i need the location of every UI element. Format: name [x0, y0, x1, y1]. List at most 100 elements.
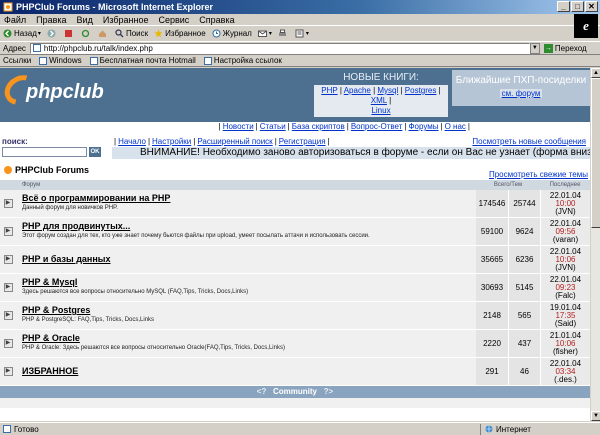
- table-row-partial: [0, 398, 590, 408]
- topic-count: 565: [508, 302, 540, 329]
- forum-title-link[interactable]: PHP & Postgres: [22, 305, 476, 315]
- print-button[interactable]: [278, 29, 289, 38]
- menu-file[interactable]: Файл: [4, 15, 26, 25]
- subnav-settings[interactable]: Настройки: [152, 137, 191, 146]
- logo-swoosh-icon: [0, 69, 43, 111]
- refresh-icon: [81, 29, 90, 38]
- expand-arrow-icon[interactable]: ▶: [3, 227, 13, 236]
- expand-arrow-icon[interactable]: ▶: [3, 367, 13, 376]
- table-header: Форум Всего/Тем Последнее: [0, 180, 590, 190]
- expand-arrow-icon[interactable]: ▶: [3, 339, 13, 348]
- scroll-down-button[interactable]: ▼: [591, 411, 600, 421]
- page-icon: [32, 44, 41, 52]
- maximize-button[interactable]: □: [571, 1, 584, 12]
- back-arrow-icon: [3, 29, 12, 38]
- menu-favorites[interactable]: Избранное: [103, 15, 149, 25]
- last-post: 22.01.04 09:23 (Falc): [540, 274, 590, 301]
- forum-title-link[interactable]: PHP и базы данных: [22, 254, 476, 264]
- forum-title-link[interactable]: Всё о программировании на PHP: [22, 193, 476, 203]
- go-button[interactable]: → Переход: [543, 43, 587, 53]
- link-customize[interactable]: Настройка ссылок: [203, 56, 282, 65]
- forum-title-link[interactable]: ИЗБРАННОЕ: [22, 366, 476, 376]
- subnav-advanced-search[interactable]: Расширенный поиск: [197, 137, 272, 146]
- history-button[interactable]: Журнал: [212, 29, 252, 38]
- book-link-apache[interactable]: Apache: [344, 86, 371, 95]
- meetup-title: Ближайшие ПХП-посиделки: [455, 75, 587, 86]
- favorites-button[interactable]: Избранное: [154, 29, 206, 38]
- star-icon: [154, 29, 163, 38]
- book-link-linux[interactable]: Linux: [371, 106, 390, 115]
- edit-button[interactable]: ▾: [295, 29, 309, 38]
- community-prev-link[interactable]: <?: [257, 387, 267, 396]
- menu-edit[interactable]: Правка: [36, 15, 66, 25]
- book-link-php[interactable]: PHP: [321, 86, 337, 95]
- mail-icon: [257, 29, 267, 38]
- top-navigation: | Новости | Статьи | База скриптов | Вопрос-Отв…: [218, 122, 470, 131]
- nav-qa[interactable]: Вопрос-Ответ: [351, 122, 403, 131]
- forward-button[interactable]: [47, 29, 58, 38]
- search-input[interactable]: [2, 147, 87, 157]
- minimize-button[interactable]: _: [557, 1, 570, 12]
- stop-icon: [64, 29, 73, 38]
- last-post: 22.01.04 09:56 (varan): [540, 218, 590, 245]
- forum-description: Данный форум для новичков PHP.: [22, 205, 118, 211]
- menu-view[interactable]: Вид: [77, 15, 93, 25]
- search-ok-button[interactable]: OK: [89, 147, 101, 157]
- stop-button[interactable]: [64, 29, 75, 38]
- search-label: поиск:: [2, 137, 28, 146]
- fresh-topics-link[interactable]: Просмотреть свежие темы: [489, 170, 588, 179]
- book-link-xml[interactable]: XML: [371, 96, 387, 105]
- ie-page-icon: [3, 2, 13, 12]
- nav-about[interactable]: О нас: [445, 122, 466, 131]
- link-hotmail[interactable]: Бесплатная почта Hotmail: [89, 56, 196, 65]
- phpclub-logo[interactable]: phpclub: [0, 69, 114, 112]
- search-button[interactable]: Поиск: [115, 29, 148, 38]
- post-count: 2220: [476, 330, 508, 357]
- window-controls: _ □ ✕: [557, 1, 598, 12]
- new-books-box: НОВЫЕ КНИГИ: PHP | Apache | Mysql | Post…: [314, 72, 448, 118]
- nav-forums[interactable]: Форумы: [408, 122, 438, 131]
- refresh-button[interactable]: [81, 29, 92, 38]
- last-post: 21.01.04 10:06 (fisher): [540, 330, 590, 357]
- forum-title-link[interactable]: PHP & Mysql: [22, 277, 476, 287]
- scroll-thumb[interactable]: [591, 78, 600, 228]
- links-bar: Ссылки Windows Бесплатная почта Hotmail …: [0, 55, 600, 67]
- link-windows[interactable]: Windows: [39, 56, 82, 65]
- book-link-mysql[interactable]: Mysql: [377, 86, 398, 95]
- forum-title-link[interactable]: PHP для продвинутых...: [22, 221, 476, 231]
- internet-zone-icon: [485, 425, 493, 433]
- forum-title-link[interactable]: PHP & Oracle: [22, 333, 476, 343]
- sub-navigation: | Начало | Настройки | Расширенный поиск | Реги…: [114, 137, 330, 146]
- menu-help[interactable]: Справка: [199, 15, 234, 25]
- menu-tools[interactable]: Сервис: [158, 15, 189, 25]
- meetup-link[interactable]: см. форум: [499, 89, 543, 98]
- expand-arrow-icon[interactable]: ▶: [3, 199, 13, 208]
- topic-count: 9624: [508, 218, 540, 245]
- search-icon: [115, 29, 124, 38]
- address-dropdown-button[interactable]: ▼: [529, 42, 540, 54]
- community-title[interactable]: Community: [273, 387, 317, 396]
- nav-scripts[interactable]: База скриптов: [292, 122, 345, 131]
- table-row: ▶ Всё о программировании на PHP Данный фо…: [0, 190, 590, 218]
- book-link-postgres[interactable]: Postgres: [405, 86, 437, 95]
- forward-arrow-icon: [47, 29, 56, 38]
- new-messages-link[interactable]: Посмотреть новые сообщения: [472, 137, 586, 146]
- scroll-up-button[interactable]: ▲: [591, 68, 600, 78]
- community-next-link[interactable]: ?>: [324, 387, 334, 396]
- subnav-register[interactable]: Регистрация: [279, 137, 326, 146]
- back-button[interactable]: Назад ▾: [3, 29, 41, 38]
- window-title: PHPClub Forums - Microsoft Internet Expl…: [16, 2, 214, 12]
- windows-logo-icon: e: [574, 14, 598, 38]
- nav-articles[interactable]: Статьи: [260, 122, 286, 131]
- expand-arrow-icon[interactable]: ▶: [3, 311, 13, 320]
- subnav-home[interactable]: Начало: [118, 137, 146, 146]
- mail-button[interactable]: ▾: [257, 29, 272, 38]
- nav-news[interactable]: Новости: [223, 122, 254, 131]
- expand-arrow-icon[interactable]: ▶: [3, 283, 13, 292]
- home-button[interactable]: [98, 29, 109, 38]
- address-input[interactable]: http://phpclub.ru/talk/index.php: [29, 42, 530, 54]
- expand-arrow-icon[interactable]: ▶: [3, 255, 13, 264]
- close-button[interactable]: ✕: [585, 1, 598, 12]
- vertical-scrollbar[interactable]: ▲ ▼: [590, 68, 600, 421]
- home-icon: [98, 29, 107, 38]
